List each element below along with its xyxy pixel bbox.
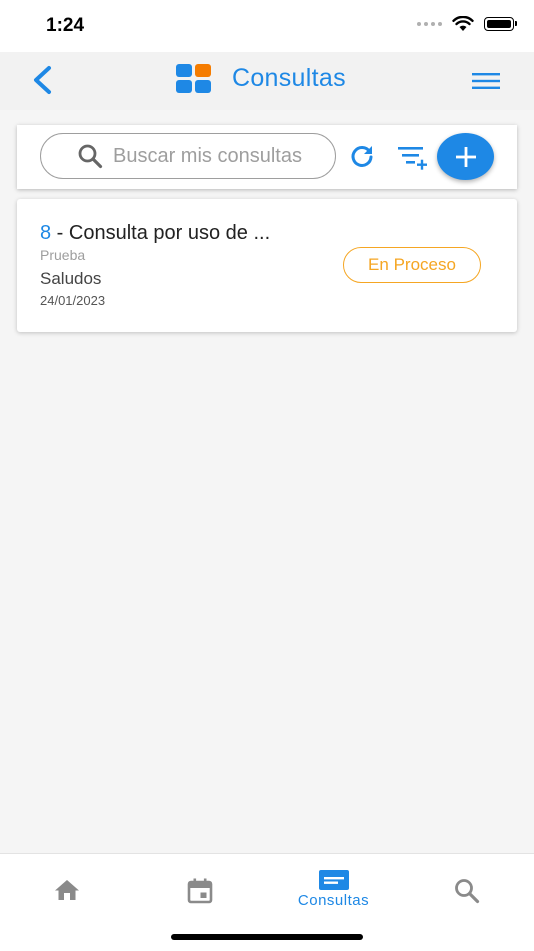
hamburger-icon (472, 73, 500, 89)
home-indicator (171, 934, 363, 940)
signal-icon (417, 22, 442, 26)
wifi-icon (452, 16, 474, 31)
consulta-title: 8 - Consulta por uso de ... (40, 222, 270, 245)
menu-button[interactable] (470, 68, 502, 94)
refresh-icon (351, 146, 373, 167)
status-time: 1:24 (46, 15, 85, 36)
search-input[interactable] (113, 144, 313, 168)
consulta-card[interactable]: 8 - Consulta por uso de ... Prueba Salud… (17, 199, 517, 332)
search-icon (454, 879, 479, 904)
plus-icon (455, 146, 476, 167)
status-bar: 1:24 (0, 0, 534, 52)
header-title-group: Consultas (176, 64, 346, 93)
status-badge: En Proceso (343, 247, 481, 283)
back-button[interactable] (22, 58, 62, 102)
refresh-button[interactable] (347, 141, 377, 171)
consulta-message: Saludos (40, 269, 102, 288)
consulta-title-text: - Consulta por uso de ... (51, 222, 271, 244)
calendar-icon (187, 878, 212, 904)
nav-label-consultas: Consultas (297, 892, 370, 909)
toolbar-card (17, 125, 517, 189)
status-icons (417, 16, 517, 32)
consulta-date: 24/01/2023 (40, 293, 106, 308)
nav-item-home[interactable] (0, 854, 133, 924)
filter-add-icon (398, 147, 427, 170)
app-logo (176, 64, 211, 93)
app-header: Consultas (0, 52, 534, 110)
page-title: Consultas (232, 64, 346, 92)
home-icon (54, 880, 79, 900)
filter-add-button[interactable] (398, 144, 428, 174)
search-box[interactable] (40, 133, 336, 179)
consulta-id: 8 (40, 222, 52, 244)
search-icon (78, 144, 103, 169)
consulta-subtitle: Prueba (40, 247, 86, 263)
consultas-icon (318, 870, 349, 890)
add-consulta-button[interactable] (437, 133, 494, 180)
nav-item-consultas[interactable]: Consultas (267, 854, 400, 924)
chevron-left-icon (34, 66, 51, 94)
nav-item-calendar[interactable] (133, 854, 266, 924)
nav-item-search[interactable] (400, 854, 533, 924)
battery-icon (484, 17, 517, 31)
